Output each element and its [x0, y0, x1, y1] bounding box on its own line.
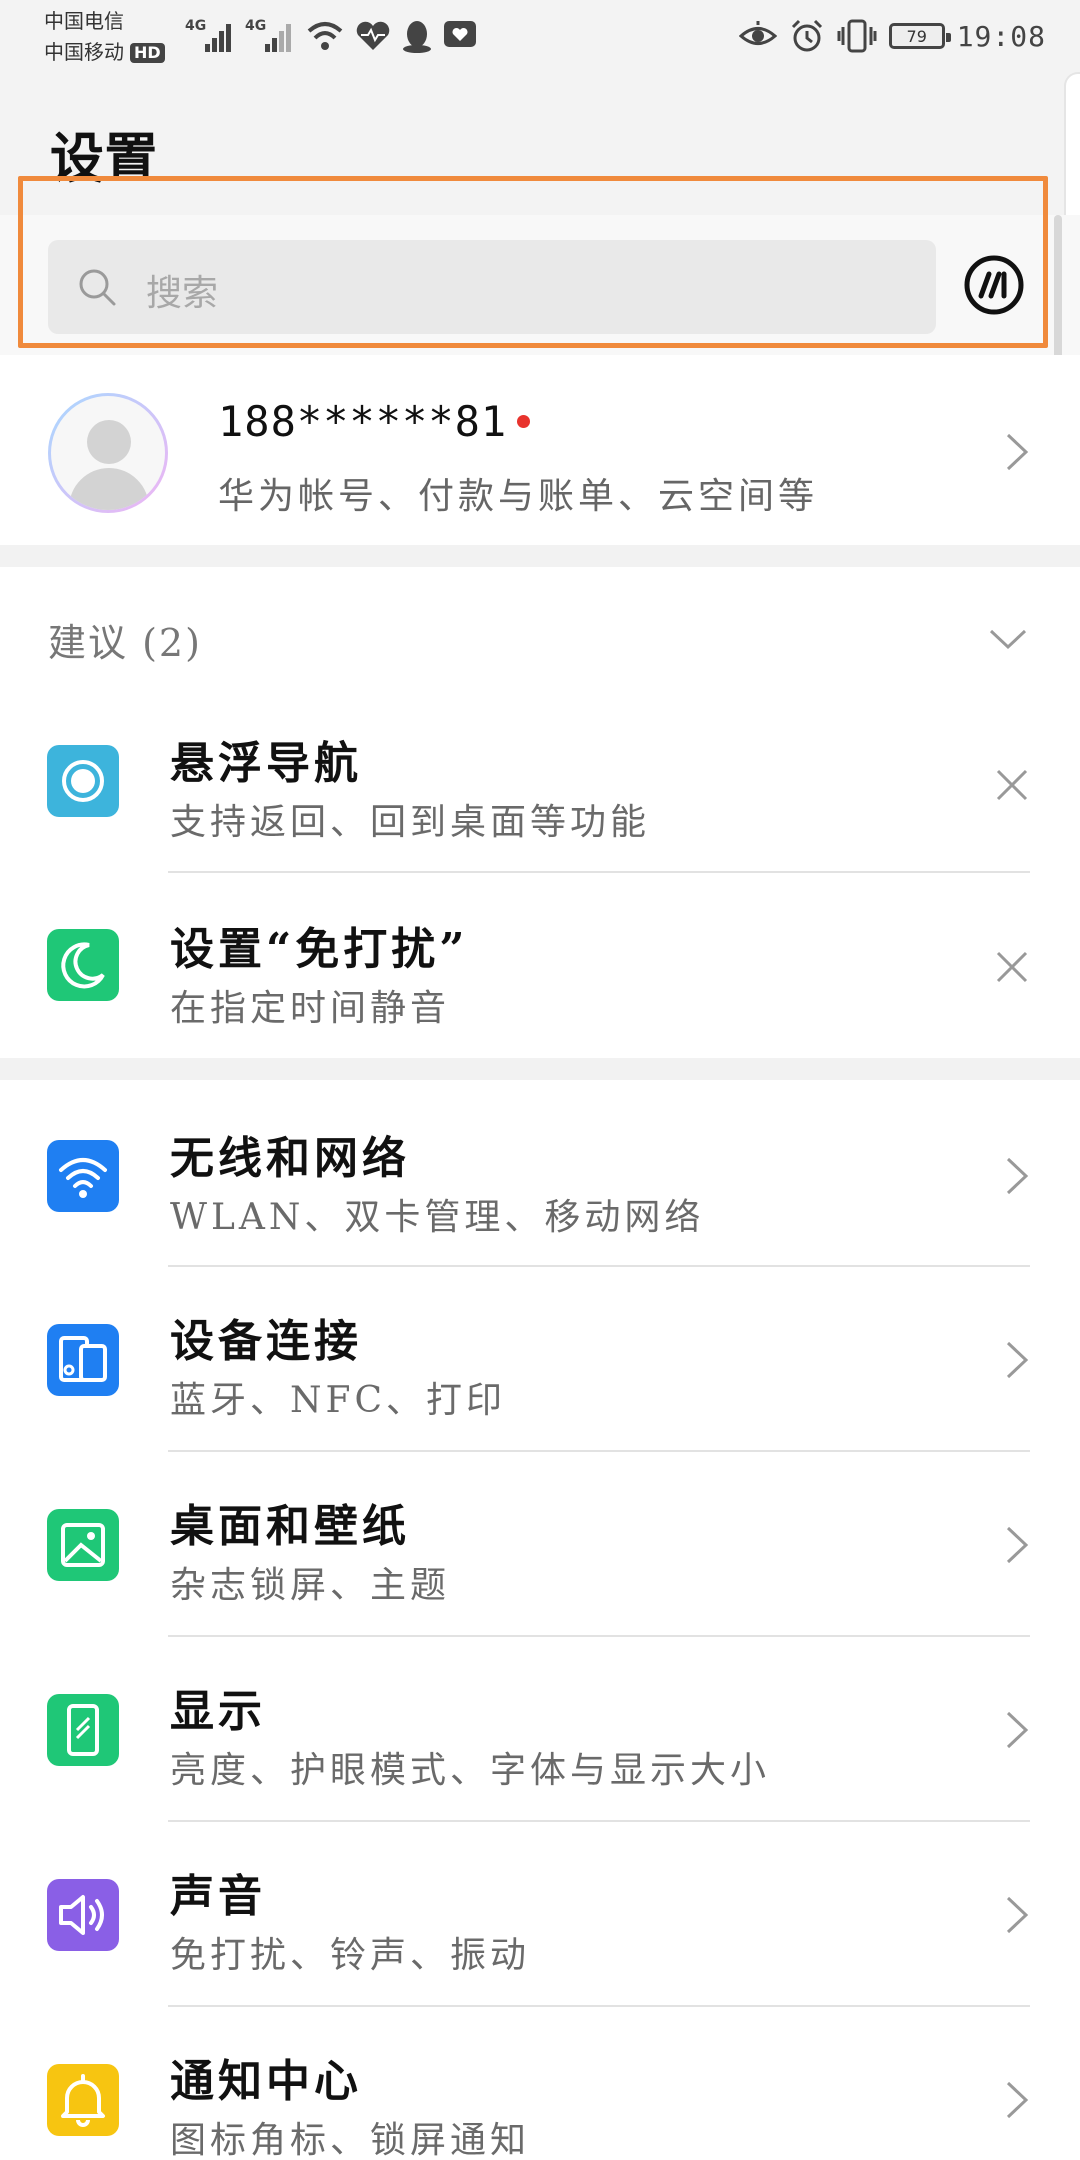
settings-item-title: 显示 [170, 1686, 266, 1737]
settings-item-subtitle: 免打扰、铃声、振动 [170, 1935, 531, 1976]
status-icons-right: 79 19:08 [738, 14, 1046, 58]
wallpaper-icon [47, 1509, 119, 1581]
signal-icon: 4G [185, 18, 235, 54]
search-placeholder: 搜索 [146, 273, 219, 314]
health-icon [356, 21, 390, 50]
bell-icon [47, 2064, 119, 2136]
hd-badge: HD [130, 43, 165, 63]
settings-item-subtitle: 亮度、护眼模式、字体与显示大小 [170, 1750, 771, 1791]
notification-dot [517, 415, 531, 428]
wifi-status-icon [307, 22, 343, 50]
suggestion-title: 设置“免打扰” [170, 924, 469, 975]
settings-item-wallpaper[interactable]: 桌面和壁纸 杂志锁屏、主题 [0, 1452, 1080, 1637]
search-bar: 搜索 [0, 215, 1080, 355]
message-heart-icon [444, 21, 476, 47]
wifi-icon [47, 1140, 119, 1212]
settings-item-wireless[interactable]: 无线和网络 WLAN、双卡管理、移动网络 [0, 1080, 1080, 1267]
settings-item-subtitle: 图标角标、锁屏通知 [170, 2120, 531, 2160]
battery-indicator: 79 [888, 23, 951, 49]
close-icon[interactable] [994, 767, 1030, 803]
suggestion-subtitle: 支持返回、回到桌面等功能 [170, 802, 651, 843]
moon-icon [47, 929, 119, 1001]
chevron-right-icon [1006, 2081, 1029, 2119]
chevron-right-icon [1006, 1157, 1029, 1195]
settings-item-title: 通知中心 [170, 2056, 362, 2107]
settings-item-device-connection[interactable]: 设备连接 蓝牙、NFC、打印 [0, 1267, 1080, 1452]
sound-icon [47, 1879, 119, 1951]
suggestions-label: 建议 (2) [48, 621, 202, 665]
chevron-right-icon [1006, 1711, 1029, 1749]
chevron-right-icon [1006, 433, 1029, 471]
device-connection-icon [47, 1324, 119, 1396]
avatar [48, 393, 168, 513]
status-bar: 中国电信 中国移动 HD 4G 4G 79 19:08 [0, 0, 1080, 70]
vibrate-icon [837, 19, 877, 53]
settings-item-title: 无线和网络 [170, 1133, 410, 1184]
eye-comfort-icon [738, 21, 777, 45]
suggestions-header[interactable]: 建议 (2) [0, 567, 1080, 705]
search-input[interactable]: 搜索 [48, 240, 936, 334]
page-title: 设置 [50, 126, 158, 190]
hicare-icon[interactable] [964, 255, 1024, 315]
settings-item-display[interactable]: 显示 亮度、护眼模式、字体与显示大小 [0, 1637, 1080, 1822]
battery-level: 79 [906, 26, 927, 46]
suggestion-title: 悬浮导航 [170, 738, 362, 789]
search-icon [79, 269, 116, 306]
settings-item-notifications[interactable]: 通知中心 图标角标、锁屏通知 [0, 2007, 1080, 2160]
settings-item-subtitle: 蓝牙、NFC、打印 [170, 1380, 507, 1421]
suggestion-do-not-disturb[interactable]: 设置“免打扰” 在指定时间静音 [0, 873, 1080, 1058]
account-row[interactable]: 188******81 华为帐号、付款与账单、云空间等 [0, 355, 1080, 545]
suggestion-floating-nav[interactable]: 悬浮导航 支持返回、回到桌面等功能 [0, 705, 1080, 873]
settings-item-subtitle: WLAN、双卡管理、移动网络 [170, 1197, 705, 1238]
account-name: 188******81 [218, 397, 531, 446]
settings-item-title: 声音 [170, 1871, 266, 1922]
chevron-right-icon [1006, 1341, 1029, 1379]
display-icon [47, 1694, 119, 1766]
account-name-text: 188******81 [218, 397, 508, 446]
chevron-down-icon[interactable] [988, 627, 1028, 651]
settings-item-title: 设备连接 [170, 1316, 362, 1367]
chevron-right-icon [1006, 1896, 1029, 1934]
account-subtitle: 华为帐号、付款与账单、云空间等 [218, 476, 819, 517]
close-icon[interactable] [994, 949, 1030, 985]
settings-item-subtitle: 杂志锁屏、主题 [170, 1565, 451, 1606]
settings-item-title: 桌面和壁纸 [170, 1501, 410, 1552]
status-time: 19:08 [956, 19, 1046, 53]
header: 设置 [0, 70, 1080, 215]
section-gap [0, 545, 1080, 567]
carrier-2: 中国移动 HD [44, 42, 165, 63]
settings-screen: 中国电信 中国移动 HD 4G 4G 79 19:08 设置 搜索 188***… [0, 0, 1080, 2160]
suggestion-subtitle: 在指定时间静音 [170, 988, 451, 1029]
settings-item-sound[interactable]: 声音 免打扰、铃声、振动 [0, 1822, 1080, 2007]
status-icons-left: 4G 4G [185, 14, 477, 58]
signal-icon-2: 4G [245, 18, 295, 54]
carrier-2-label: 中国移动 [44, 40, 124, 64]
chevron-right-icon [1006, 1526, 1029, 1564]
alarm-icon [791, 19, 822, 52]
qq-icon [403, 21, 431, 53]
floating-nav-icon [47, 745, 119, 817]
section-gap [0, 1058, 1080, 1080]
carrier-1: 中国电信 [44, 9, 124, 33]
